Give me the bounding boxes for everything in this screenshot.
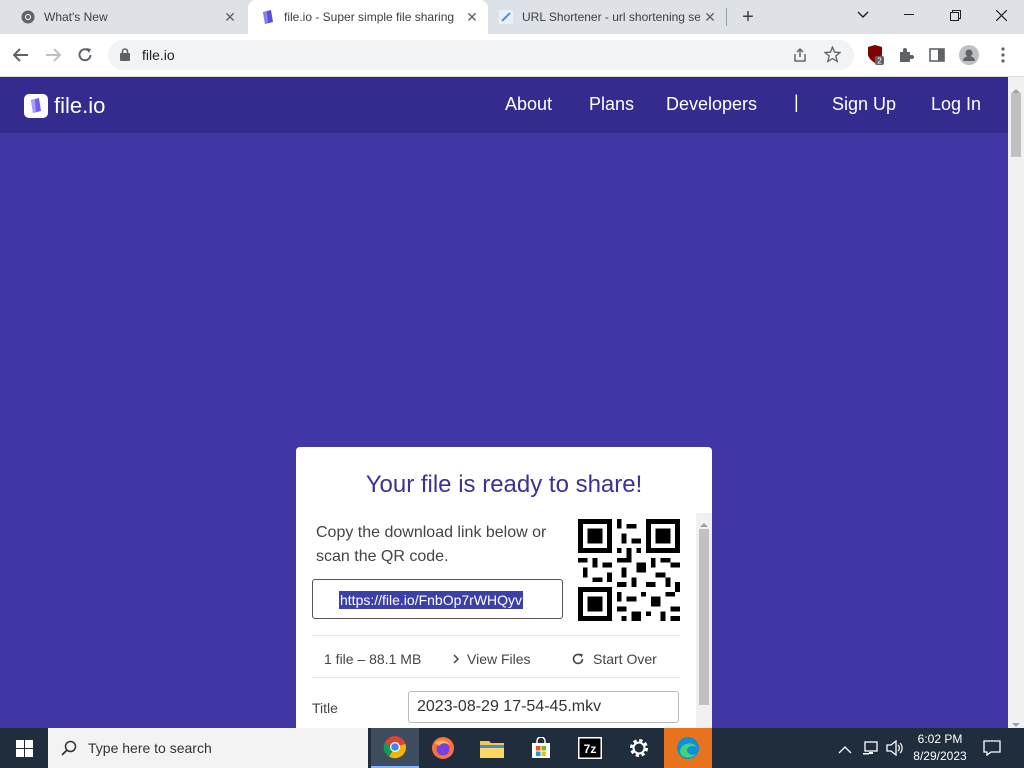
close-icon[interactable]: ✕ <box>462 7 482 27</box>
system-clock[interactable]: 6:02 PM 8/29/2023 <box>908 731 972 765</box>
qr-code <box>578 519 680 621</box>
taskbar: Type here to search 7z 6:02 PM 8/29/2023 <box>0 728 1024 768</box>
tab-search-icon[interactable] <box>840 0 886 30</box>
network-icon[interactable] <box>863 740 879 761</box>
file-summary: 1 file – 88.1 MB <box>324 651 422 667</box>
chrome-icon <box>20 9 36 25</box>
nav-login-link[interactable]: Log In <box>931 94 981 115</box>
start-over-button[interactable]: Start Over <box>572 651 657 667</box>
download-link-text[interactable]: https://file.io/FnbOp7rWHQyv <box>339 591 524 609</box>
brand-logo[interactable]: file.io <box>24 93 105 119</box>
extensions-puzzle-icon[interactable] <box>891 40 921 70</box>
title-label: Title <box>312 700 338 716</box>
microsoft-store-icon[interactable] <box>517 728 565 768</box>
scroll-up-arrow-icon[interactable] <box>700 515 708 533</box>
close-icon[interactable]: ✕ <box>700 7 720 27</box>
view-files-button[interactable]: View Files <box>453 651 531 667</box>
menu-kebab-icon[interactable] <box>988 40 1018 70</box>
card-scrollbar-thumb[interactable] <box>699 529 709 705</box>
tab-separator <box>726 8 727 26</box>
side-panel-icon[interactable] <box>922 40 952 70</box>
back-icon[interactable] <box>6 40 36 70</box>
svg-text:7z: 7z <box>584 742 597 756</box>
site-header: file.io About Plans Developers | Sign Up… <box>0 77 1008 133</box>
download-link-field[interactable]: https://file.io/FnbOp7rWHQyv <box>312 579 563 619</box>
search-icon <box>61 740 77 761</box>
card-heading: Your file is ready to share! <box>365 471 643 498</box>
page-scrollbar[interactable] <box>1008 77 1024 728</box>
bookmark-star-icon[interactable] <box>823 45 842 68</box>
browser-toolbar: file.io 2 <box>0 34 1024 77</box>
clock-time: 6:02 PM <box>917 732 963 746</box>
page-scrollbar-thumb[interactable] <box>1011 93 1021 157</box>
tab-url-shortener[interactable]: URL Shortener - url shortening se ✕ <box>488 0 726 34</box>
tab-title: file.io - Super simple file sharing <box>284 10 455 24</box>
firefox-icon[interactable] <box>419 728 467 768</box>
web-page: file.io About Plans Developers | Sign Up… <box>0 77 1008 728</box>
windows-start-icon[interactable] <box>0 728 48 768</box>
nav-about-link[interactable]: About <box>505 94 552 115</box>
chrome-icon[interactable] <box>371 728 419 768</box>
tab-fileio[interactable]: file.io - Super simple file sharing ✕ <box>248 0 488 34</box>
view-files-label: View Files <box>467 651 531 667</box>
share-icon[interactable] <box>792 47 808 68</box>
close-icon[interactable]: ✕ <box>220 7 240 27</box>
nav-separator: | <box>794 92 799 112</box>
start-over-label: Start Over <box>593 651 657 667</box>
ublock-extension-icon[interactable]: 2 <box>860 40 890 70</box>
file-explorer-icon[interactable] <box>468 728 516 768</box>
copy-instructions: Copy the download link below or scan the… <box>316 524 547 565</box>
new-tab-button[interactable]: + <box>736 5 760 29</box>
restore-icon[interactable] <box>932 0 978 30</box>
7zip-icon[interactable]: 7z <box>566 728 614 768</box>
clock-date: 8/29/2023 <box>913 749 967 763</box>
nav-plans-link[interactable]: Plans <box>589 94 634 115</box>
divider <box>312 635 680 636</box>
lock-icon <box>120 48 130 66</box>
nav-signup-link[interactable]: Sign Up <box>832 94 896 115</box>
edge-icon[interactable] <box>664 728 712 768</box>
fileio-favicon-icon <box>260 9 276 25</box>
show-hidden-icons-chevron-icon[interactable] <box>838 741 852 759</box>
address-bar[interactable]: file.io <box>108 40 854 70</box>
share-card: Your file is ready to share! Copy the do… <box>296 447 712 728</box>
profile-avatar-icon[interactable] <box>954 40 984 70</box>
fileio-logo-icon <box>24 94 48 118</box>
reload-icon[interactable] <box>70 40 100 70</box>
link-icon <box>498 9 514 25</box>
close-window-icon[interactable] <box>978 0 1024 30</box>
tab-whats-new[interactable]: What's New ✕ <box>0 0 246 34</box>
forward-icon[interactable] <box>38 40 68 70</box>
volume-icon[interactable] <box>886 739 904 761</box>
tab-strip: What's New ✕ file.io - Super simple file… <box>0 0 1024 34</box>
title-input[interactable] <box>408 691 679 723</box>
minimize-icon[interactable] <box>886 0 932 30</box>
divider <box>312 677 680 678</box>
tab-title: URL Shortener - url shortening se <box>522 10 700 24</box>
notifications-icon[interactable] <box>983 740 1001 761</box>
tab-title: What's New <box>44 10 108 24</box>
refresh-icon <box>572 653 584 665</box>
svg-text:2: 2 <box>877 57 882 66</box>
search-placeholder: Type here to search <box>88 740 212 756</box>
nav-developers-link[interactable]: Developers <box>666 94 757 115</box>
settings-icon[interactable] <box>615 728 663 768</box>
url-text: file.io <box>142 47 175 63</box>
taskbar-search[interactable]: Type here to search <box>48 728 368 768</box>
chevron-right-icon <box>453 654 459 664</box>
brand-name: file.io <box>54 93 106 118</box>
